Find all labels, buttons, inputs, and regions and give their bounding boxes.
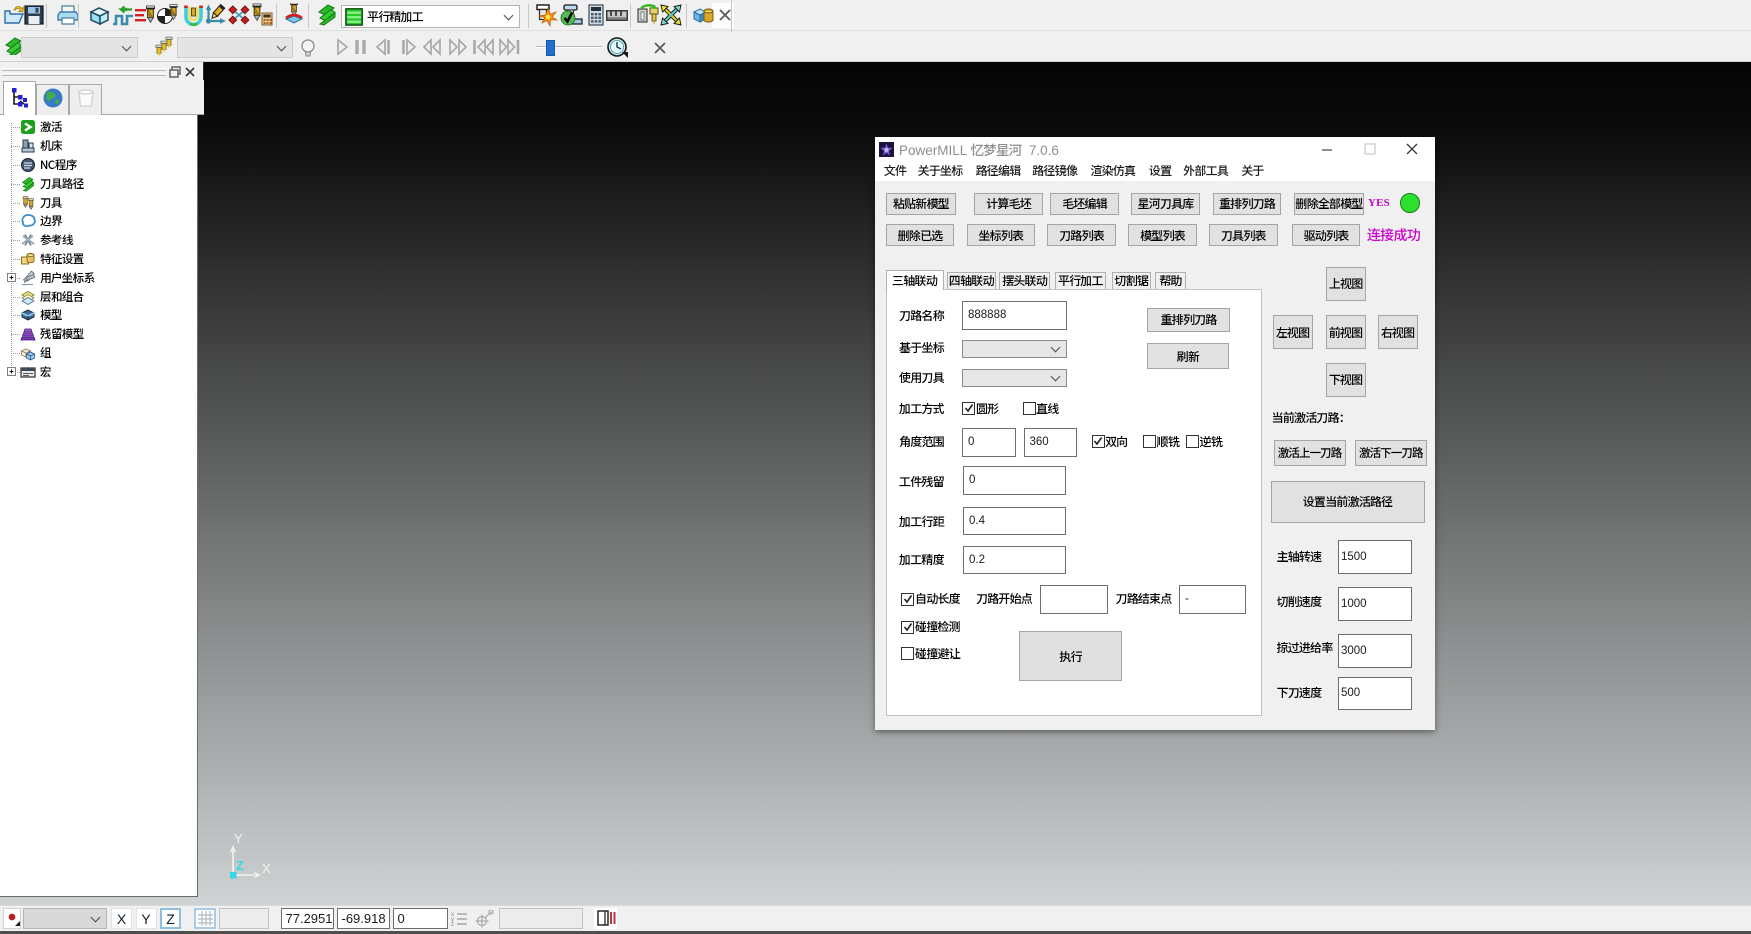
svg-text:Y: Y xyxy=(234,831,243,846)
svg-text:X: X xyxy=(262,861,271,876)
svg-text:z: z xyxy=(451,922,454,927)
svg-text:Z: Z xyxy=(236,858,244,873)
